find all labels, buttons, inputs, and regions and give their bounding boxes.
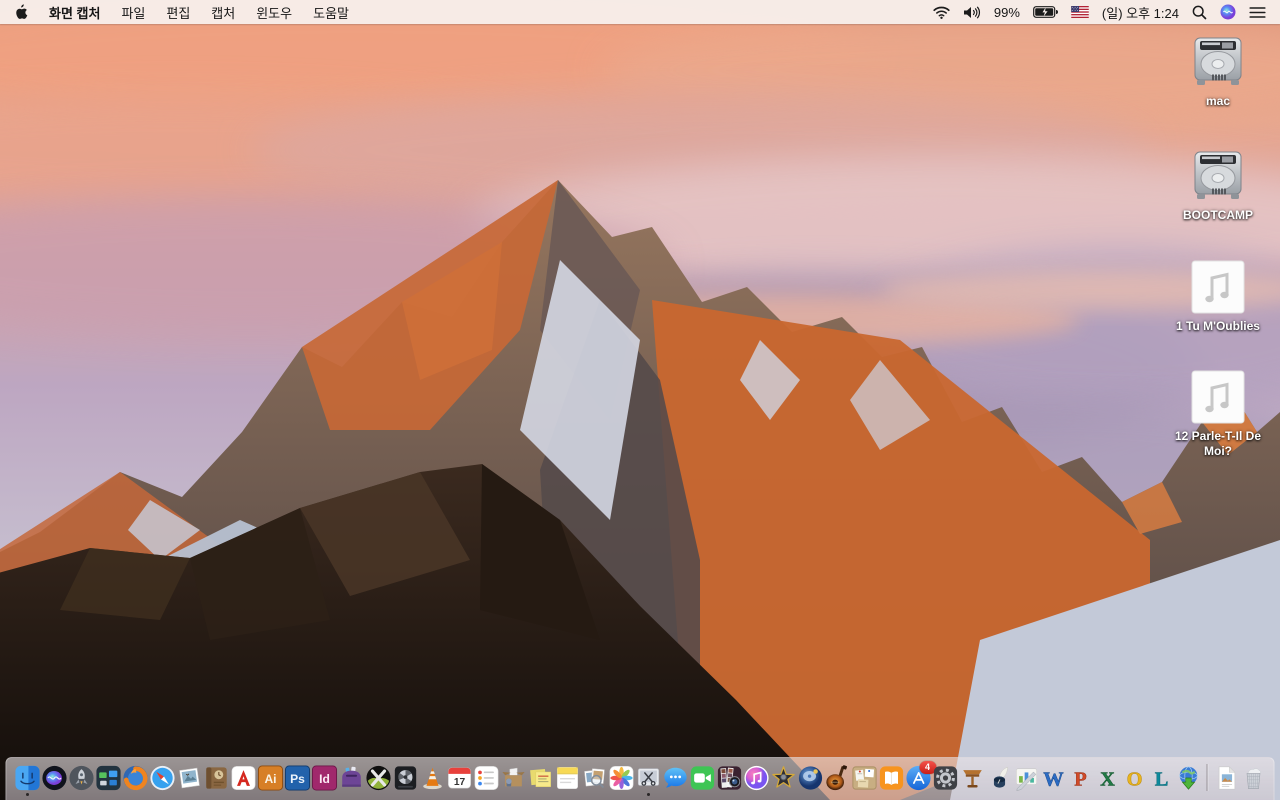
lync-logo-text: L bbox=[1154, 768, 1168, 790]
dock-itunes[interactable] bbox=[743, 765, 769, 791]
dock-messages[interactable] bbox=[662, 765, 688, 791]
menu-help[interactable]: 도움말 bbox=[313, 3, 349, 22]
input-source-flag[interactable] bbox=[1071, 6, 1089, 18]
dock-outlook[interactable]: O bbox=[1121, 765, 1147, 791]
dock-idvd[interactable] bbox=[797, 765, 823, 791]
dock-stickies[interactable] bbox=[527, 765, 553, 791]
wallpaper-sierra-mountain bbox=[0, 0, 1280, 800]
illustrator-logo-text: Ai bbox=[264, 772, 276, 786]
dock-launchpad[interactable] bbox=[68, 765, 94, 791]
wifi-icon[interactable] bbox=[933, 6, 950, 19]
running-indicator bbox=[646, 792, 650, 796]
dock-preview[interactable] bbox=[581, 765, 607, 791]
desktop-screen: 화면 캡처 파일 편집 캡처 윈도우 도움말 99% (일) 오후 1:24 m… bbox=[0, 0, 1280, 800]
dock-indesign[interactable]: Id bbox=[311, 764, 337, 791]
dock-app-store[interactable]: 4 bbox=[905, 760, 936, 791]
apple-menu[interactable] bbox=[14, 4, 28, 20]
dock-file-image-document[interactable] bbox=[1213, 765, 1239, 791]
spotlight-icon[interactable] bbox=[1192, 5, 1207, 20]
menu-app-name[interactable]: 화면 캡처 bbox=[49, 3, 100, 22]
dock-lync[interactable]: L bbox=[1148, 765, 1174, 791]
dock-firefox[interactable] bbox=[122, 765, 148, 791]
audio-file-icon bbox=[1190, 369, 1246, 427]
desktop-icon-bootcamp[interactable]: BOOTCAMP bbox=[1162, 148, 1274, 223]
calendar-day-text: 17 bbox=[453, 776, 465, 787]
dock-photos[interactable] bbox=[608, 765, 634, 791]
apple-icon bbox=[16, 4, 28, 19]
dock-downloader[interactable] bbox=[1175, 765, 1201, 791]
dock-journal[interactable] bbox=[203, 765, 229, 791]
dock-siri[interactable] bbox=[41, 765, 67, 791]
dock-notes[interactable] bbox=[554, 765, 580, 791]
dock-excel[interactable]: X bbox=[1094, 765, 1120, 791]
dock-pages[interactable] bbox=[986, 765, 1012, 791]
desktop-icon-audio-2[interactable]: 12 Parle-T-Il De Moi? bbox=[1162, 369, 1274, 459]
menubar-menus: 화면 캡처 파일 편집 캡처 윈도우 도움말 bbox=[14, 3, 349, 22]
dock-system-preferences[interactable] bbox=[932, 765, 958, 791]
notification-center-icon[interactable] bbox=[1249, 6, 1266, 19]
menubar-status: 99% (일) 오후 1:24 bbox=[933, 3, 1266, 22]
dock-acrobat-reader[interactable] bbox=[230, 765, 256, 791]
dock-toast[interactable] bbox=[338, 765, 364, 791]
running-indicator bbox=[25, 792, 29, 796]
hard-drive-icon bbox=[1190, 148, 1246, 206]
dock-numbers[interactable] bbox=[1013, 765, 1039, 791]
dock: Ai Ps Id 17 4 W P X O L bbox=[5, 757, 1275, 800]
menu-edit[interactable]: 편집 bbox=[166, 3, 190, 22]
dock-finder[interactable] bbox=[14, 765, 40, 796]
powerpoint-logo-text: P bbox=[1074, 768, 1086, 790]
volume-icon[interactable] bbox=[963, 6, 981, 19]
outlook-logo-text: O bbox=[1126, 768, 1142, 790]
dock-trash[interactable] bbox=[1240, 765, 1266, 791]
hard-drive-icon bbox=[1190, 34, 1246, 92]
battery-icon[interactable] bbox=[1033, 6, 1058, 18]
desktop-icon-mac[interactable]: mac bbox=[1162, 34, 1274, 109]
dock-safari[interactable] bbox=[149, 765, 175, 791]
desktop-icon-audio-1[interactable]: 1 Tu M'Oublies bbox=[1162, 259, 1274, 334]
dock-disk-tool[interactable] bbox=[392, 765, 418, 791]
menu-file[interactable]: 파일 bbox=[121, 3, 145, 22]
indesign-logo-text: Id bbox=[319, 772, 330, 786]
dock-mission-control[interactable] bbox=[95, 765, 121, 791]
dock-facetime[interactable] bbox=[689, 765, 715, 791]
dock-vlc[interactable] bbox=[419, 765, 445, 791]
dock-photoshop[interactable]: Ps bbox=[284, 764, 310, 791]
menubar-clock[interactable]: (일) 오후 1:24 bbox=[1102, 3, 1179, 22]
menubar: 화면 캡처 파일 편집 캡처 윈도우 도움말 99% (일) 오후 1:24 bbox=[0, 0, 1280, 24]
desktop-icon-label: 12 Parle-T-Il De Moi? bbox=[1174, 429, 1262, 458]
excel-logo-text: X bbox=[1100, 768, 1115, 790]
dock-reminders[interactable] bbox=[473, 765, 499, 791]
battery-percent: 99% bbox=[993, 4, 1020, 20]
dock-keynote[interactable] bbox=[959, 765, 985, 791]
siri-icon[interactable] bbox=[1220, 4, 1236, 20]
dock-photo-booth[interactable] bbox=[716, 765, 742, 791]
word-logo-text: W bbox=[1043, 768, 1064, 790]
desktop-icon-label: 1 Tu M'Oublies bbox=[1176, 319, 1260, 333]
desktop-icon-label: BOOTCAMP bbox=[1183, 208, 1253, 222]
dock-divider bbox=[1206, 764, 1208, 791]
dock-image-viewer[interactable] bbox=[176, 765, 202, 791]
dock-powerpoint[interactable]: P bbox=[1067, 765, 1093, 791]
dock-illustrator[interactable]: Ai bbox=[257, 764, 283, 791]
dock-grab[interactable] bbox=[635, 765, 661, 796]
dock-pinboard[interactable] bbox=[851, 765, 877, 791]
dock-ibooks[interactable] bbox=[878, 765, 904, 791]
audio-file-icon bbox=[1190, 259, 1246, 317]
dock-calendar[interactable]: 17 bbox=[446, 765, 472, 791]
dock-garageband[interactable] bbox=[824, 764, 850, 791]
photoshop-logo-text: Ps bbox=[290, 772, 305, 786]
dock-xee[interactable] bbox=[365, 765, 391, 791]
menu-window[interactable]: 윈도우 bbox=[256, 3, 292, 22]
menu-capture[interactable]: 캡처 bbox=[211, 3, 235, 22]
desktop-icon-label: mac bbox=[1205, 94, 1231, 108]
dock-word[interactable]: W bbox=[1040, 765, 1066, 791]
dock-stuffit-expander[interactable] bbox=[500, 765, 526, 791]
dock-imovie[interactable] bbox=[770, 765, 796, 791]
